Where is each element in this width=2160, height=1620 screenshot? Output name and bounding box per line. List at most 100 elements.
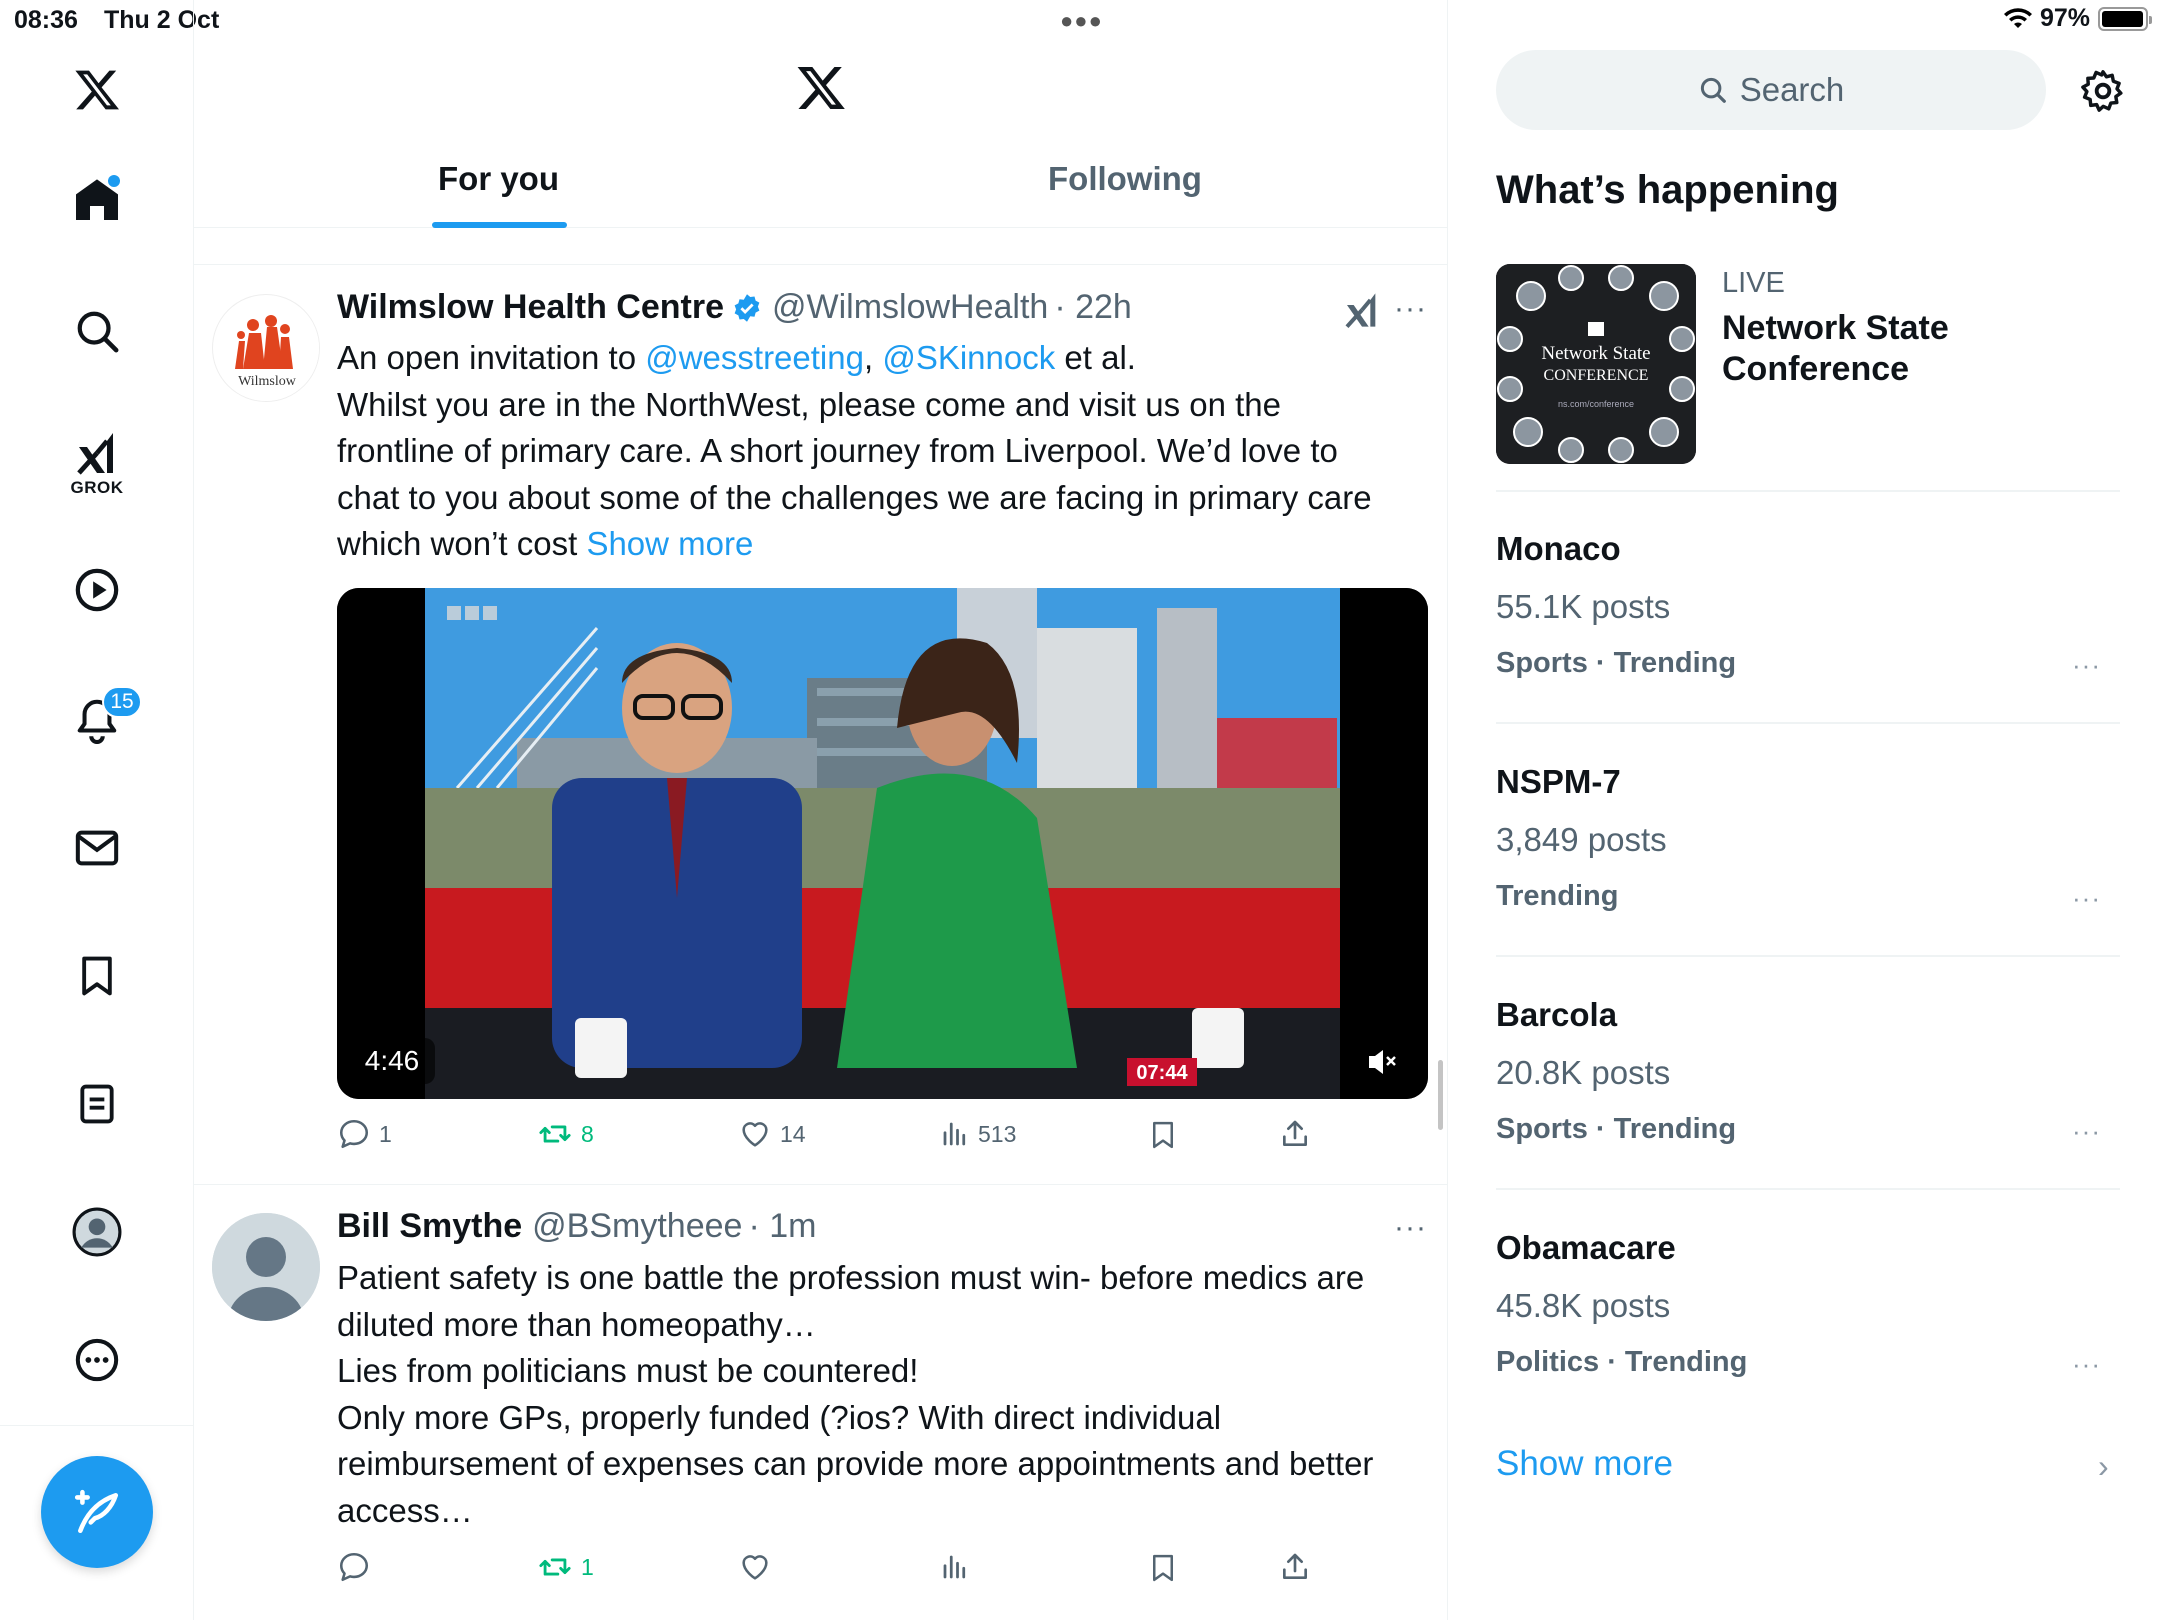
trend-more-options-icon[interactable]: ···: [2072, 1349, 2101, 1380]
grok-explain-icon[interactable]: [1342, 290, 1382, 330]
scrollbar[interactable]: [1438, 1060, 1443, 1130]
tweet-author-handle[interactable]: @WilmslowHealth: [772, 288, 1048, 327]
tab-following[interactable]: Following: [1048, 160, 1202, 228]
trend-more-options-icon[interactable]: ···: [2072, 1116, 2101, 1147]
whats-happening-heading: What’s happening: [1496, 168, 1839, 212]
bookmark-button[interactable]: [1148, 1117, 1178, 1153]
battery-percent: 97%: [2039, 4, 2090, 32]
bookmark-icon: [1153, 1121, 1173, 1149]
tweet-more-options-icon[interactable]: ···: [1394, 1211, 1427, 1245]
share-button[interactable]: [1279, 1550, 1311, 1584]
profile-avatar-icon[interactable]: [0, 1204, 194, 1260]
verified-badge-icon: [734, 293, 760, 322]
tweet-author-handle[interactable]: @BSmytheee: [532, 1207, 742, 1246]
thumb-title-line2: CONFERENCE: [1544, 367, 1649, 384]
repost-count: 8: [581, 1120, 594, 1147]
trend-category: Sports · Trending: [1496, 1113, 1737, 1145]
tweet-more-options-icon[interactable]: ···: [1394, 292, 1427, 326]
live-event-thumbnail[interactable]: Network State CONFERENCE ns.com/conferen…: [1496, 264, 1696, 464]
tweet-avatar[interactable]: [212, 1213, 320, 1321]
mention-link[interactable]: @wesstreeting: [645, 339, 864, 376]
compose-feather-icon: [74, 1489, 119, 1534]
trend-posts: 20.8K posts: [1496, 1054, 1671, 1091]
show-more-link[interactable]: Show more: [586, 525, 753, 562]
reply-icon: [339, 1552, 369, 1582]
compose-post-button[interactable]: [41, 1456, 153, 1568]
trend-name[interactable]: NSPM-7: [1496, 763, 1621, 801]
explore-search-icon[interactable]: [0, 303, 194, 359]
grok-icon[interactable]: [0, 428, 194, 478]
search-icon: [1700, 77, 1726, 103]
views-chart-icon: [943, 1555, 966, 1579]
heart-icon: [742, 1555, 768, 1580]
notifications-badge: 15: [102, 686, 142, 718]
tweet-divider: [194, 1184, 1448, 1185]
bookmarks-icon[interactable]: [0, 948, 194, 1004]
search-placeholder: Search: [1739, 71, 1845, 108]
tweet-author-name[interactable]: Wilmslow Health Centre: [337, 288, 724, 327]
trend-category: Sports · Trending: [1496, 647, 1737, 679]
tweet-text-suffix: et al.: [1055, 339, 1136, 376]
left-nav: GROK 15: [0, 0, 194, 1620]
battery-icon: [2098, 6, 2152, 31]
bookmark-icon: [1153, 1554, 1173, 1582]
share-button[interactable]: [1279, 1117, 1311, 1151]
mention-separator: ,: [863, 339, 883, 376]
trend-name[interactable]: Monaco: [1496, 530, 1621, 568]
like-button[interactable]: 14: [738, 1117, 806, 1151]
tweet-time: · 22h: [1054, 288, 1132, 326]
trend-name[interactable]: Obamacare: [1496, 1229, 1676, 1267]
reply-count: 1: [379, 1120, 392, 1147]
bookmark-button[interactable]: [1148, 1550, 1178, 1586]
tweet-text-prefix: An open invitation to: [337, 339, 646, 376]
tweet-header: Wilmslow Health Centre @WilmslowHealth ·…: [337, 288, 1132, 327]
wifi-icon: [2003, 7, 2032, 28]
x-logo-icon[interactable]: [0, 62, 194, 118]
repost-count: 1: [581, 1553, 594, 1580]
nav-divider: [0, 1425, 194, 1426]
repost-icon: [539, 1558, 571, 1576]
mention-link[interactable]: @SKinnock: [882, 339, 1055, 376]
tweet-time: · 1m: [748, 1207, 817, 1245]
trend-name[interactable]: Barcola: [1496, 996, 1617, 1034]
tweet-header: Bill Smythe @BSmytheee · 1m: [337, 1207, 816, 1246]
trend-divider: [1496, 722, 2120, 724]
repost-button[interactable]: 8: [537, 1117, 594, 1151]
avatar-wordmark: Wilmslow: [238, 374, 297, 389]
reply-button[interactable]: [337, 1550, 371, 1584]
notifications-bell-icon[interactable]: [0, 692, 194, 748]
repost-icon: [539, 1125, 571, 1143]
reply-icon: [339, 1119, 369, 1149]
search-bar[interactable]: Search: [1496, 50, 2046, 130]
lists-icon[interactable]: [0, 1076, 194, 1132]
tweet-video[interactable]: 07:44 4:46: [337, 588, 1428, 1099]
more-options-icon[interactable]: [0, 1332, 194, 1388]
like-button[interactable]: [738, 1550, 772, 1584]
broadcast-clock: 07:44: [1136, 1062, 1188, 1084]
settings-gear-icon[interactable]: [2080, 68, 2126, 114]
feed-tabs: For you Following: [194, 160, 1448, 228]
video-play-icon[interactable]: [0, 562, 194, 618]
repost-button[interactable]: 1: [537, 1550, 594, 1584]
trend-category: Trending: [1496, 880, 1619, 912]
views-button[interactable]: 513: [940, 1117, 1016, 1151]
views-button[interactable]: [940, 1550, 970, 1584]
trend-divider: [1496, 490, 2120, 492]
trends-show-more-link[interactable]: Show more: [1496, 1444, 1673, 1484]
tweet-author-name[interactable]: Bill Smythe: [337, 1207, 522, 1246]
trend-more-options-icon[interactable]: ···: [2072, 883, 2101, 914]
like-count: 14: [780, 1120, 806, 1147]
trend-divider: [1496, 1188, 2120, 1190]
tweet-avatar[interactable]: Wilmslow: [212, 294, 320, 402]
live-event-title[interactable]: Network State Conference: [1722, 308, 2022, 390]
views-count: 513: [978, 1120, 1017, 1147]
chevron-right-icon[interactable]: ›: [2098, 1448, 2109, 1485]
main-feed-column: For you Following Wilmslow Wilmslow Heal…: [194, 0, 1448, 1620]
trend-more-options-icon[interactable]: ···: [2072, 650, 2101, 681]
reply-button[interactable]: 1: [337, 1117, 392, 1151]
home-icon[interactable]: [0, 172, 194, 228]
tab-for-you[interactable]: For you: [438, 160, 559, 228]
messages-mail-icon[interactable]: [0, 820, 194, 876]
thumb-url: ns.com/conference: [1558, 399, 1634, 409]
video-duration: 4:46: [365, 1045, 420, 1076]
